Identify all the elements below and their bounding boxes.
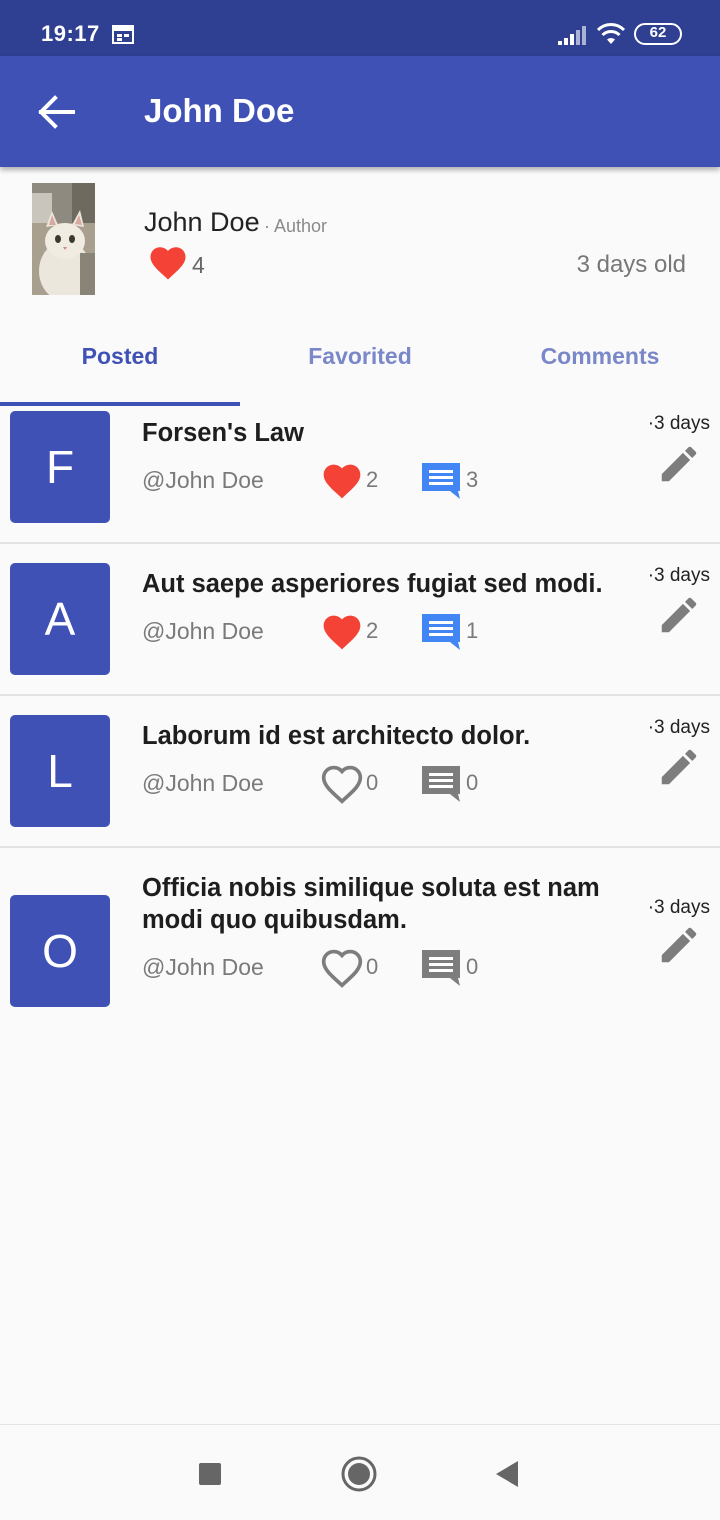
heart-icon[interactable]	[320, 610, 364, 652]
post-title[interactable]: Forsen's Law	[142, 417, 622, 449]
edit-pencil-icon[interactable]	[656, 592, 702, 638]
post-title[interactable]: Laborum id est architecto dolor.	[142, 720, 622, 752]
post-age: ·3 days	[647, 717, 710, 738]
signal-icon	[558, 26, 586, 45]
tab-favorited[interactable]: Favorited	[240, 343, 480, 370]
battery-icon: 62	[634, 23, 684, 47]
tab-indicator	[0, 402, 240, 406]
post-letter-tile: A	[10, 563, 110, 675]
post-letter-tile: F	[10, 411, 110, 523]
edit-pencil-icon[interactable]	[656, 922, 702, 968]
home-circle-icon	[341, 1456, 377, 1492]
post-age: ·3 days	[647, 565, 710, 586]
post-title[interactable]: Officia nobis similique soluta est nam m…	[142, 872, 622, 936]
post-row[interactable]: O Officia nobis similique soluta est nam…	[0, 848, 720, 1024]
wifi-icon	[596, 23, 626, 44]
post-author[interactable]: @John Doe	[142, 954, 264, 981]
back-nav-button[interactable]	[482, 1449, 532, 1499]
post-comment-count: 3	[466, 467, 479, 492]
heart-icon[interactable]	[320, 762, 364, 804]
profile-name: John Doe	[144, 207, 260, 237]
home-button[interactable]	[334, 1449, 384, 1499]
post-comment-count: 0	[466, 770, 479, 795]
profile-tabs: Posted Favorited Comments	[0, 317, 720, 407]
recents-square-icon	[199, 1463, 221, 1485]
recents-button[interactable]	[185, 1449, 235, 1499]
post-author[interactable]: @John Doe	[142, 770, 264, 797]
comment-icon[interactable]	[420, 946, 464, 988]
profile-like-count: 4	[192, 252, 205, 278]
post-author[interactable]: @John Doe	[142, 618, 264, 645]
post-title[interactable]: Aut saepe asperiores fugiat sed modi.	[142, 568, 622, 600]
comment-icon[interactable]	[420, 762, 464, 804]
post-row[interactable]: A Aut saepe asperiores fugiat sed modi. …	[0, 544, 720, 696]
post-letter-tile: O	[10, 895, 110, 1007]
comment-icon[interactable]	[420, 459, 464, 501]
profile-role: · Author	[264, 216, 328, 236]
post-age: ·3 days	[647, 413, 710, 434]
comment-icon[interactable]	[420, 610, 464, 652]
calendar-icon	[112, 25, 134, 44]
post-like-count: 0	[366, 770, 379, 795]
post-like-count: 2	[366, 467, 379, 492]
post-like-count: 0	[366, 954, 379, 979]
post-comment-count: 1	[466, 618, 479, 643]
back-triangle-icon	[496, 1461, 518, 1487]
system-nav-bar	[0, 1424, 720, 1520]
edit-pencil-icon[interactable]	[656, 744, 702, 790]
battery-level: 62	[649, 24, 667, 41]
post-letter-tile: L	[10, 715, 110, 827]
app-bar: John Doe	[0, 56, 720, 167]
heart-icon[interactable]	[320, 946, 364, 988]
heart-icon[interactable]	[320, 459, 364, 501]
tab-comments[interactable]: Comments	[480, 343, 720, 370]
post-like-count: 2	[366, 618, 379, 643]
post-age: ·3 days	[647, 897, 710, 918]
avatar[interactable]	[32, 183, 95, 295]
post-row[interactable]: L Laborum id est architecto dolor. @John…	[0, 696, 720, 848]
profile-account-age: 3 days old	[576, 251, 686, 278]
status-bar: 19:17 62	[0, 0, 720, 56]
post-author[interactable]: @John Doe	[142, 467, 264, 494]
profile-header: John Doe · Author 4 3 days old Posted Fa…	[0, 167, 720, 407]
post-row[interactable]: F Forsen's Law @John Doe 2 3 ·3 days	[0, 409, 720, 544]
status-time: 19:17	[41, 21, 100, 46]
post-comment-count: 0	[466, 954, 479, 979]
page-title: John Doe	[144, 92, 295, 129]
edit-pencil-icon[interactable]	[656, 441, 702, 487]
arrow-back-icon	[38, 95, 75, 129]
tab-posted[interactable]: Posted	[0, 343, 240, 370]
heart-icon[interactable]	[147, 242, 189, 282]
back-button[interactable]	[30, 86, 82, 138]
cat-photo	[32, 183, 95, 295]
